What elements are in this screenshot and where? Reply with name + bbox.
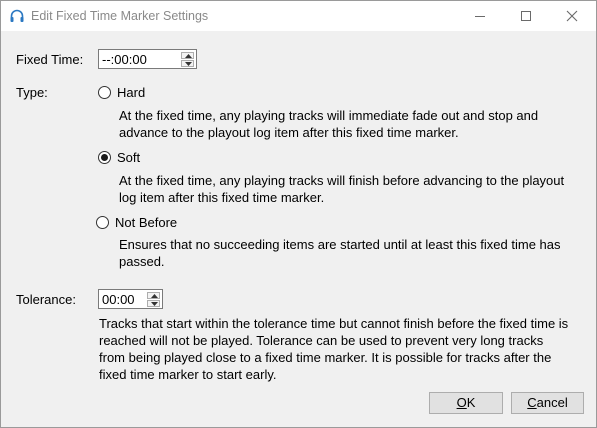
spin-down-arrow-icon	[185, 62, 192, 66]
close-button[interactable]	[549, 1, 595, 31]
title-bar[interactable]: Edit Fixed Time Marker Settings	[1, 1, 596, 31]
radio-not-before-label[interactable]: Not Before	[115, 215, 177, 230]
radio-soft[interactable]	[98, 151, 111, 164]
headphones-icon	[10, 9, 24, 22]
hard-description: At the fixed time, any playing tracks wi…	[119, 108, 539, 140]
spin-up-arrow-icon	[151, 294, 158, 298]
tolerance-label: Tolerance:	[16, 292, 76, 307]
close-icon	[566, 10, 578, 22]
spin-down-arrow-icon	[151, 302, 158, 306]
tolerance-up-button[interactable]	[147, 292, 160, 299]
soft-description: At the fixed time, any playing tracks wi…	[119, 173, 565, 205]
tolerance-description: Tracks that start within the tolerance t…	[99, 316, 569, 382]
tolerance-value[interactable]: 00:00	[102, 292, 135, 307]
minimize-button[interactable]	[457, 1, 503, 31]
window-title: Edit Fixed Time Marker Settings	[31, 9, 209, 23]
spin-up-arrow-icon	[185, 54, 192, 58]
fixed-time-label: Fixed Time:	[16, 52, 84, 67]
fixed-time-up-button[interactable]	[181, 52, 194, 59]
fixed-time-stepper[interactable]: --:00:00	[98, 49, 197, 69]
tolerance-stepper[interactable]: 00:00	[98, 289, 163, 309]
maximize-icon	[521, 11, 531, 21]
fixed-time-value[interactable]: --:00:00	[102, 52, 147, 67]
ok-button[interactable]: OK	[429, 392, 503, 414]
radio-hard[interactable]	[98, 86, 111, 99]
type-label: Type:	[16, 85, 48, 100]
maximize-button[interactable]	[503, 1, 549, 31]
minimize-icon	[475, 16, 485, 17]
not-before-description: Ensures that no succeeding items are sta…	[119, 237, 561, 269]
radio-not-before[interactable]	[96, 216, 109, 229]
radio-hard-label[interactable]: Hard	[117, 85, 145, 100]
radio-soft-label[interactable]: Soft	[117, 150, 140, 165]
dialog-window: Edit Fixed Time Marker Settings Fixed Ti…	[0, 0, 597, 428]
cancel-button[interactable]: Cancel	[511, 392, 584, 414]
tolerance-down-button[interactable]	[147, 300, 160, 307]
fixed-time-down-button[interactable]	[181, 60, 194, 67]
